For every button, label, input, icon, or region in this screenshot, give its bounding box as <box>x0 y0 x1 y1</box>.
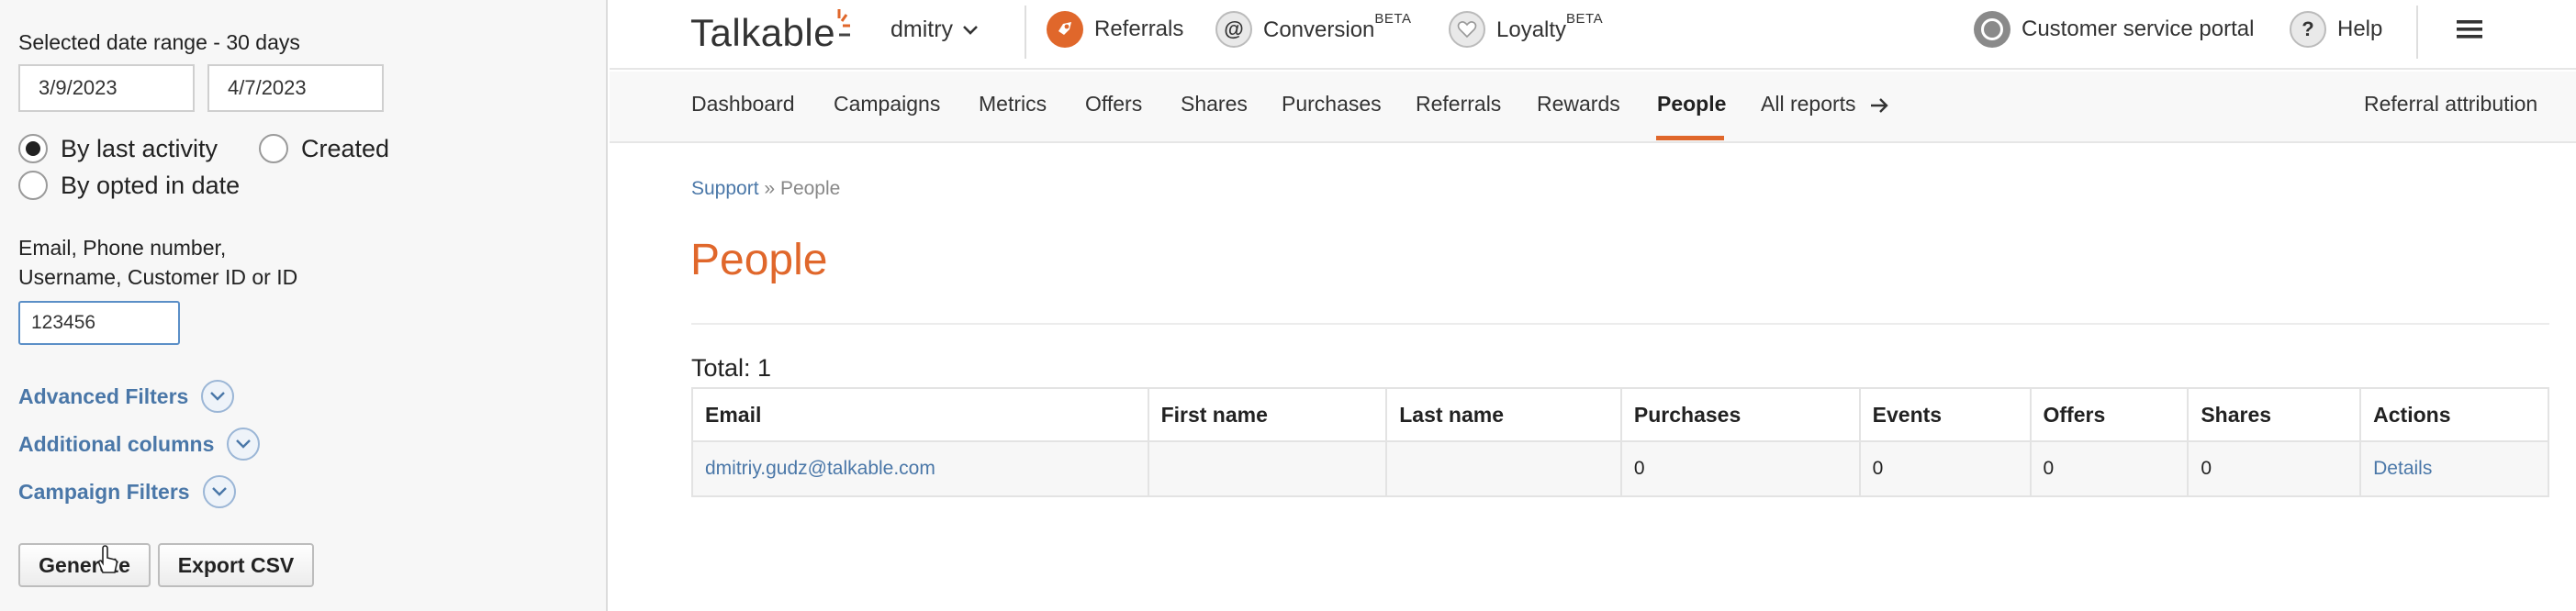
cell-first-name <box>1147 440 1388 497</box>
column-header-last-name[interactable]: Last name <box>1385 387 1622 442</box>
column-header-offers[interactable]: Offers <box>2029 387 2190 442</box>
people-table: Email First name Last name Purchases Eve… <box>691 387 2549 497</box>
column-header-actions: Actions <box>2359 387 2549 442</box>
search-label-line2: Username, Customer ID or ID <box>18 265 298 289</box>
all-reports-label: All reports <box>1761 92 1856 116</box>
cell-email: dmitriy.gudz@talkable.com <box>691 440 1149 497</box>
chevron-down-icon <box>202 475 236 508</box>
cell-purchases: 0 <box>1619 440 1861 497</box>
table-row: dmitriy.gudz@talkable.com 0 0 0 0 Detail… <box>691 440 2549 497</box>
divider <box>691 323 2549 325</box>
beta-badge: BETA <box>1566 10 1604 27</box>
nav-all-reports[interactable]: All reports <box>1761 92 1889 117</box>
divider <box>2416 6 2418 59</box>
hamburger-menu-icon[interactable] <box>2457 18 2482 40</box>
radio-checked-icon <box>18 134 48 163</box>
date-range-label: Selected date range - 30 days <box>18 30 300 54</box>
radio-created[interactable]: Created <box>259 134 389 163</box>
radio-label: By last activity <box>61 134 218 162</box>
beta-badge: BETA <box>1374 10 1412 27</box>
active-tab-indicator <box>1656 136 1724 140</box>
product-label: ConversionBETA <box>1263 10 1412 42</box>
product-conversion[interactable]: @ ConversionBETA <box>1215 11 1411 48</box>
cell-events: 0 <box>1858 440 2032 497</box>
nav-purchases[interactable]: Purchases <box>1282 92 1382 117</box>
divider <box>1025 6 1026 59</box>
talkable-logo[interactable]: Talkable <box>690 9 850 55</box>
date-to-input[interactable]: 4/7/2023 <box>207 64 384 112</box>
column-header-email[interactable]: Email <box>691 387 1149 442</box>
generate-button[interactable]: Generate <box>18 543 151 587</box>
nav-shares[interactable]: Shares <box>1181 92 1248 117</box>
advanced-filters-label: Advanced Filters <box>18 383 189 408</box>
advanced-filters-toggle[interactable]: Advanced Filters <box>18 380 235 413</box>
report-nav: Dashboard Campaigns Metrics Offers Share… <box>610 72 2576 143</box>
nav-metrics[interactable]: Metrics <box>979 92 1047 117</box>
help-label: Help <box>2337 17 2383 41</box>
nav-referrals[interactable]: Referrals <box>1416 92 1501 117</box>
cell-actions: Details <box>2359 440 2549 497</box>
top-bar: Talkable dmitry Referrals @ ConversionBE… <box>610 0 2576 70</box>
radio-unchecked-icon <box>259 134 288 163</box>
additional-columns-toggle[interactable]: Additional columns <box>18 428 261 461</box>
at-sign-icon: @ <box>1215 11 1252 48</box>
nav-campaigns[interactable]: Campaigns <box>834 92 940 117</box>
heart-icon <box>1449 11 1485 48</box>
portal-label: Customer service portal <box>2022 17 2255 41</box>
referrals-icon <box>1047 11 1083 48</box>
column-header-events[interactable]: Events <box>1858 387 2032 442</box>
export-csv-button[interactable]: Export CSV <box>158 543 314 587</box>
logo-text: Talkable <box>690 11 836 54</box>
nav-people[interactable]: People <box>1657 92 1726 117</box>
radio-label: Created <box>301 134 390 162</box>
email-link[interactable]: dmitriy.gudz@talkable.com <box>705 458 935 479</box>
question-icon: ? <box>2290 11 2326 48</box>
column-header-first-name[interactable]: First name <box>1147 387 1388 442</box>
radio-by-last-activity[interactable]: By last activity <box>18 134 218 163</box>
product-referrals[interactable]: Referrals <box>1047 11 1183 48</box>
page-title: People <box>690 236 828 284</box>
total-count: Total: 1 <box>691 354 772 382</box>
campaign-filters-label: Campaign Filters <box>18 479 190 504</box>
logo-spark-icon <box>837 9 850 37</box>
nav-rewards[interactable]: Rewards <box>1537 92 1620 117</box>
additional-columns-label: Additional columns <box>18 431 215 456</box>
breadcrumb-support-link[interactable]: Support <box>691 178 759 199</box>
cell-offers: 0 <box>2029 440 2190 497</box>
column-header-purchases[interactable]: Purchases <box>1619 387 1861 442</box>
account-dropdown[interactable]: dmitry <box>890 17 979 43</box>
product-loyalty[interactable]: LoyaltyBETA <box>1449 11 1603 48</box>
nav-dashboard[interactable]: Dashboard <box>691 92 795 117</box>
account-name: dmitry <box>890 17 954 42</box>
cell-shares: 0 <box>2187 440 2362 497</box>
breadcrumb-separator: » <box>764 178 776 199</box>
hand-cursor-icon <box>97 545 118 573</box>
search-label-line1: Email, Phone number, <box>18 236 227 260</box>
table-header-row: Email First name Last name Purchases Eve… <box>691 387 2549 442</box>
help-link[interactable]: ? Help <box>2290 11 2382 48</box>
breadcrumb-current: People <box>779 178 841 199</box>
radio-label: By opted in date <box>61 171 241 199</box>
customer-service-portal-link[interactable]: Customer service portal <box>1974 11 2254 48</box>
breadcrumb: Support » People <box>691 178 840 200</box>
chevron-down-icon <box>201 380 235 413</box>
product-label: LoyaltyBETA <box>1496 10 1604 42</box>
cell-last-name <box>1385 440 1622 497</box>
product-label: Referrals <box>1094 17 1184 41</box>
chevron-down-icon <box>227 428 261 461</box>
referral-attribution-link[interactable]: Referral attribution <box>2364 92 2537 117</box>
column-header-shares[interactable]: Shares <box>2187 387 2362 442</box>
chevron-down-icon <box>963 25 978 35</box>
campaign-filters-toggle[interactable]: Campaign Filters <box>18 475 236 508</box>
radio-unchecked-icon <box>18 171 48 200</box>
nav-offers[interactable]: Offers <box>1085 92 1142 117</box>
customer-search-input[interactable]: 123456 <box>18 301 180 345</box>
details-link[interactable]: Details <box>2373 458 2432 479</box>
radio-by-opted-in-date[interactable]: By opted in date <box>18 171 240 200</box>
date-from-input[interactable]: 3/9/2023 <box>18 64 195 112</box>
arrow-right-icon <box>1870 98 1888 113</box>
filter-sidebar: Selected date range - 30 days 3/9/2023 4… <box>0 0 608 611</box>
portal-icon <box>1974 11 2010 48</box>
